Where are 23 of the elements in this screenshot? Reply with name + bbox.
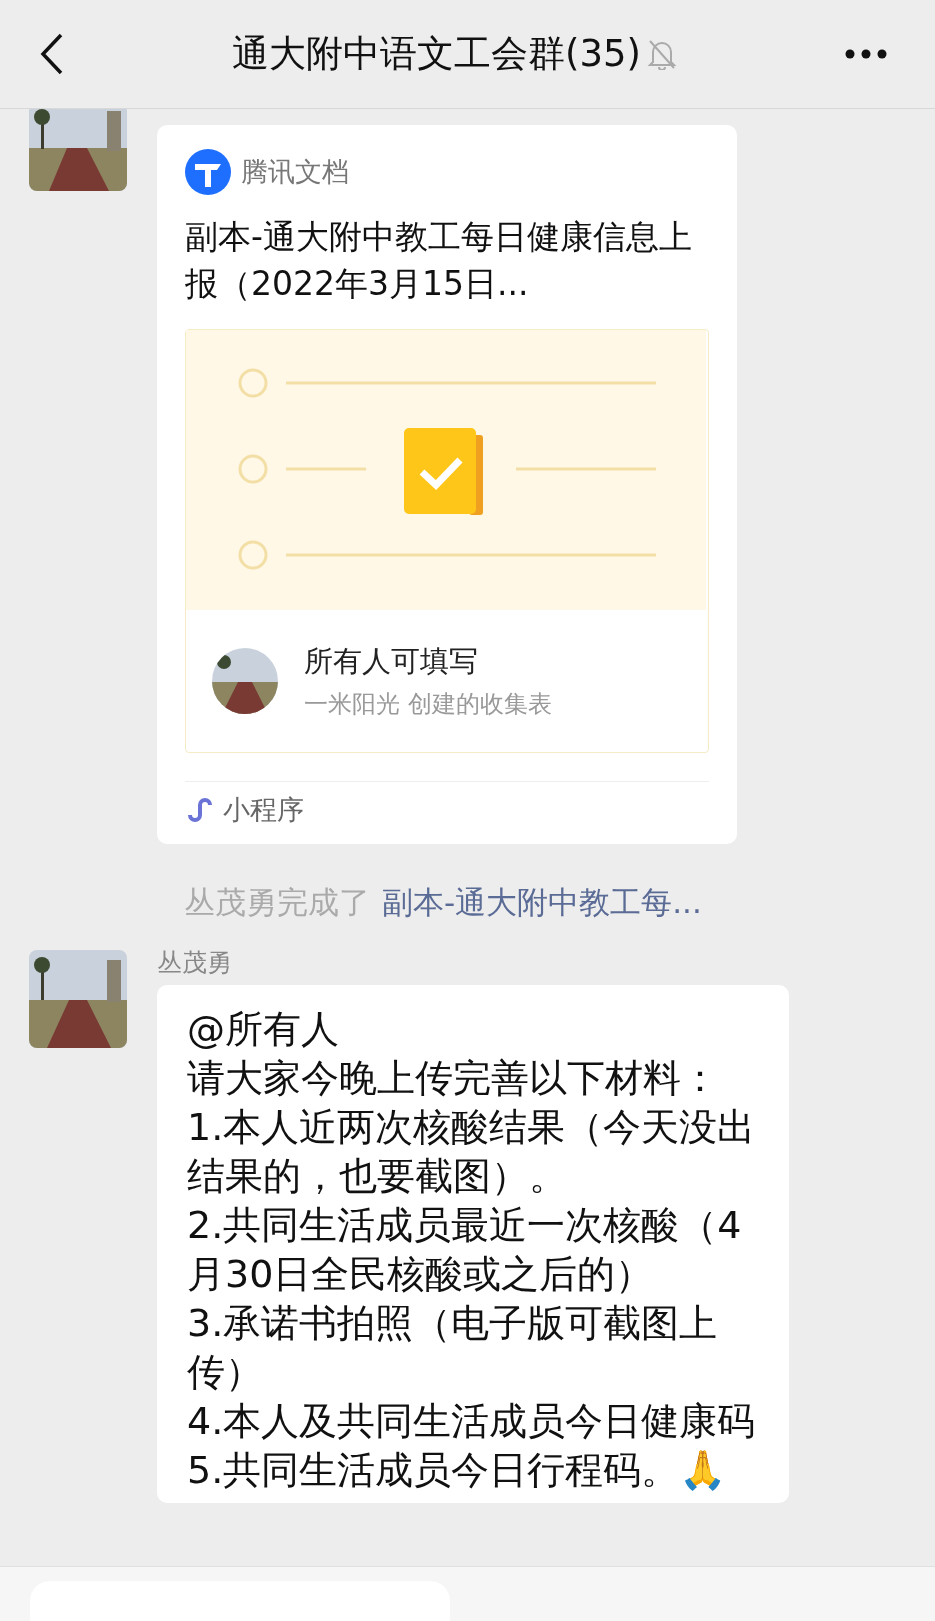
system-notice: 丛茂勇完成了 — [184, 884, 370, 920]
message-line: @所有人 — [187, 1006, 340, 1053]
message-line: 5.共同生活成员今日行程码。🙏 — [187, 1447, 728, 1494]
message-line: 3.承诺书拍照（电子版可截图上传） — [187, 1300, 719, 1396]
avatar[interactable] — [29, 109, 127, 191]
form-creator: 一米阳光 创建的收集表 — [304, 689, 552, 720]
form-permission: 所有人可填写 — [304, 643, 479, 680]
message-line: 请大家今晚上传完善以下材料： — [187, 1055, 720, 1102]
source-name: 腾讯文档 — [241, 155, 349, 189]
docs-logo-icon — [185, 149, 231, 195]
app-label: 小程序 — [223, 793, 304, 827]
back-icon[interactable] — [40, 33, 64, 75]
message-line: 4.本人及共同生活成员今日健康码 — [187, 1398, 757, 1445]
more-icon[interactable] — [845, 49, 887, 59]
document-link[interactable]: 副本-通大附中教工每... — [382, 884, 702, 920]
mini-program-icon — [185, 795, 215, 825]
message-line: 2.共同生活成员最近一次核酸（4月30日全民核酸或之后的） — [187, 1202, 743, 1298]
chat-title: 通大附中语文工会群(35) — [232, 31, 641, 77]
sender-name: 丛茂勇 — [157, 947, 233, 979]
document-title: 副本-通大附中教工每日健康信息上报（2022年3月15日... — [185, 216, 693, 305]
avatar[interactable] — [29, 950, 127, 1048]
mini-program-card[interactable]: 腾讯文档 副本-通大附中教工每日健康信息上报（2022年3月15日... 所有人可填写 一米阳光 创建的收集表 小程序 — [157, 125, 737, 844]
message-line: 1.本人近两次核酸结果（今天没出结果的，也要截图）。 — [187, 1104, 757, 1200]
